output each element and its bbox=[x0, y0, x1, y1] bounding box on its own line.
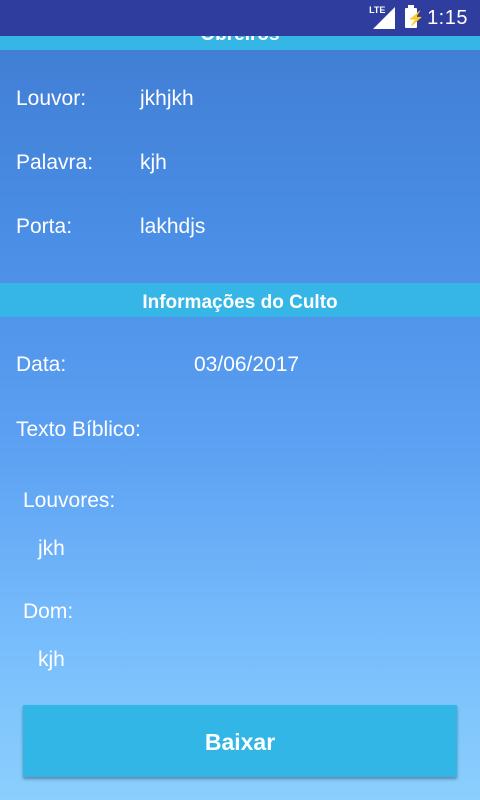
palavra-value: kjh bbox=[140, 151, 167, 174]
obreiros-title: Obreiros bbox=[0, 36, 480, 46]
louvor-value: jkhjkh bbox=[140, 87, 194, 110]
louvores-value: jkh bbox=[38, 537, 65, 560]
obreiros-section-header: Obreiros bbox=[0, 36, 480, 50]
texto-biblico-label: Texto Bíblico: bbox=[16, 418, 141, 441]
battery-charging-icon: ⚡ bbox=[405, 5, 425, 28]
data-value: 03/06/2017 bbox=[194, 353, 300, 376]
signal-strength-icon bbox=[373, 7, 396, 29]
palavra-label: Palavra: bbox=[16, 151, 94, 174]
louvores-label: Louvores: bbox=[23, 489, 116, 512]
dom-value: kjh bbox=[38, 648, 65, 671]
culto-title: Informações do Culto bbox=[142, 292, 338, 313]
data-label: Data: bbox=[16, 353, 67, 376]
status-icons: LTE ⚡ 1:15 bbox=[369, 0, 468, 36]
culto-section-header: Informações do Culto bbox=[0, 283, 480, 317]
signal-icon: LTE bbox=[369, 5, 396, 30]
charging-bolt-icon: ⚡ bbox=[407, 10, 425, 26]
porta-label: Porta: bbox=[16, 215, 73, 238]
porta-value: lakhdjs bbox=[140, 215, 206, 238]
status-time: 1:15 bbox=[427, 6, 468, 29]
download-button[interactable]: Baixar bbox=[23, 705, 457, 777]
louvor-label: Louvor: bbox=[16, 87, 87, 110]
status-bar: LTE ⚡ 1:15 bbox=[0, 0, 480, 36]
dom-label: Dom: bbox=[23, 600, 74, 623]
